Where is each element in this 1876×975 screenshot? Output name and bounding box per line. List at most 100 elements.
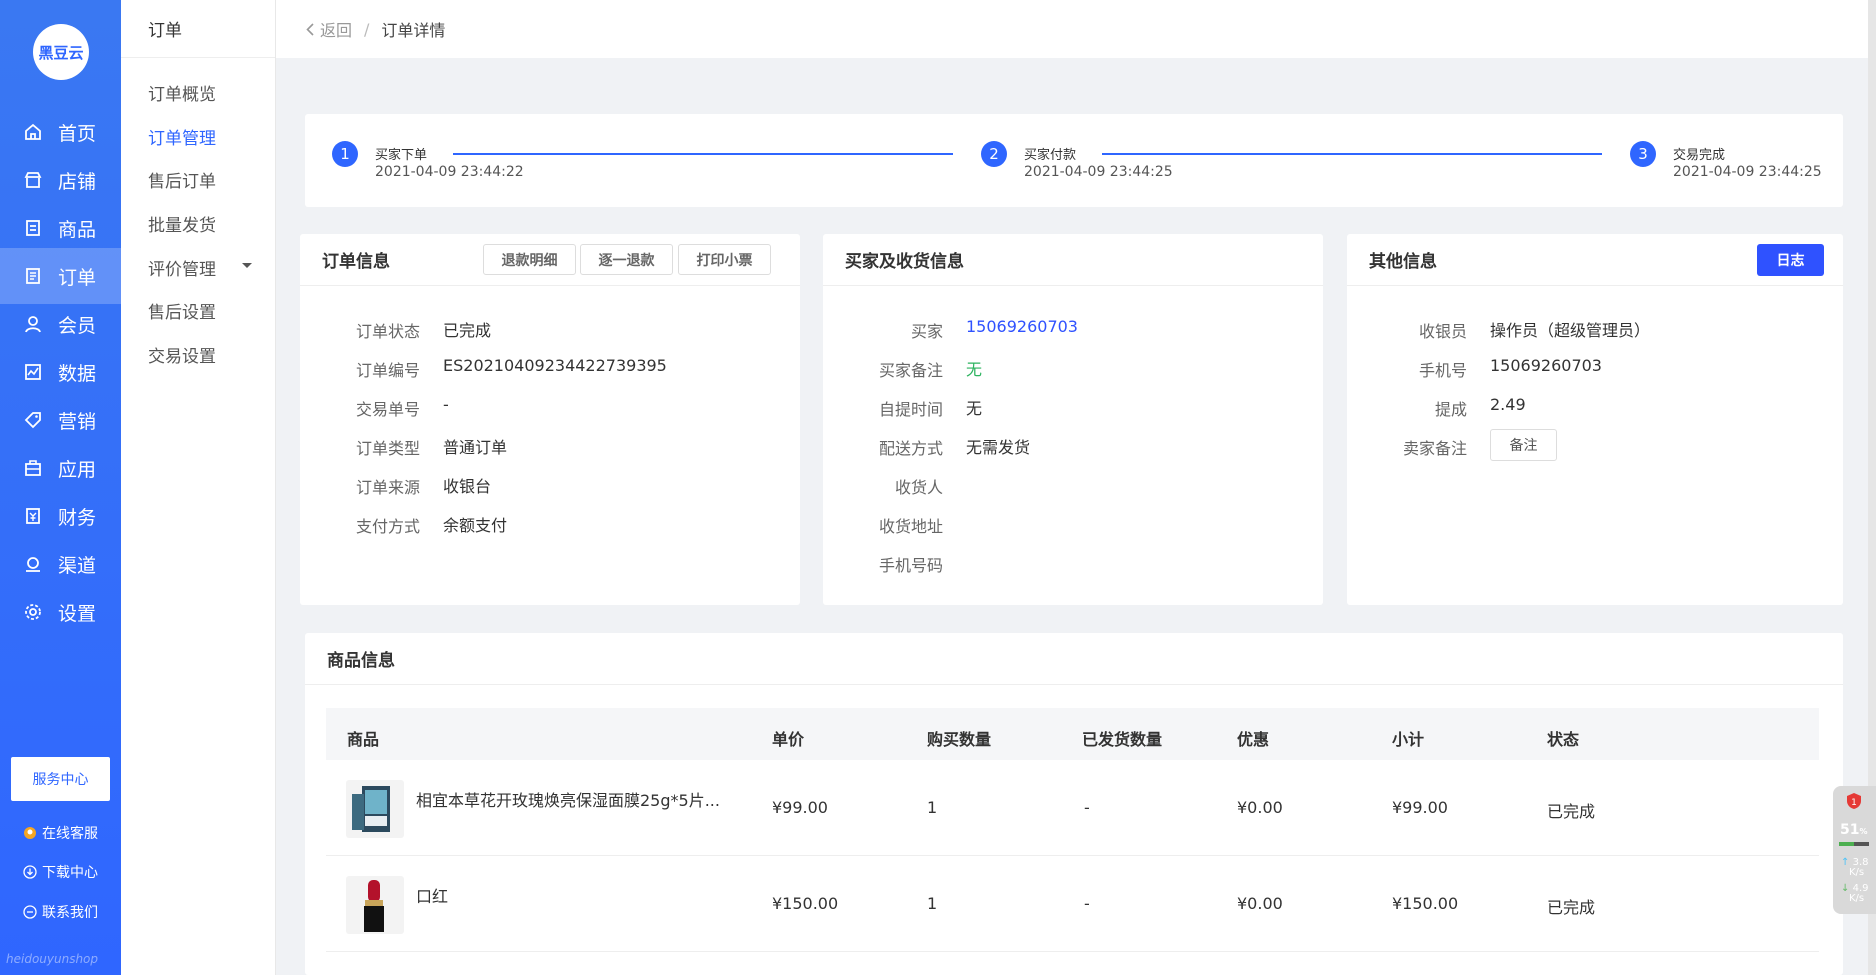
phone-label: 手机号码 (878, 556, 943, 575)
subnav-order-overview[interactable]: 订单概览 (148, 80, 216, 105)
subnav-order-management[interactable]: 订单管理 (148, 124, 216, 149)
address-label: 收货地址 (878, 517, 943, 536)
cpu-percent-unit: % (1859, 827, 1868, 836)
order-info-card: 订单信息 退款明细 逐一退款 打印小票 订单状态 已完成 订单编号 ES2021… (300, 234, 800, 605)
refund-one-by-one-button[interactable]: 逐一退款 (580, 244, 673, 275)
shipped-quantity: - (1084, 798, 1090, 817)
breadcrumb: 返回 / 订单详情 (276, 0, 1868, 58)
goods-info-title: 商品信息 (327, 651, 395, 671)
online-service-label: 在线客服 (42, 826, 98, 842)
product-name[interactable]: 相宜本草花开玫瑰焕亮保湿面膜25g*5片... (416, 787, 720, 811)
buyer-info-title: 买家及收货信息 (845, 252, 964, 272)
quantity: 1 (927, 894, 938, 913)
contact-us-link[interactable]: 联系我们 (22, 902, 98, 922)
nav-marketing-label: 营销 (58, 410, 97, 433)
unit-price: ¥150.00 (772, 894, 839, 913)
buyer-value[interactable]: 15069260703 (966, 317, 1078, 336)
subnav-title: 订单 (121, 0, 275, 58)
delivery-method-label: 配送方式 (878, 439, 943, 458)
primary-sidebar: 黑豆云 首页 店铺 商品 订单 会员 数据 营销 应用 财务 渠道 设置 服务中… (0, 0, 121, 975)
brand-footer-text: heidouyunshop (6, 952, 99, 966)
buyer-remark-label: 买家备注 (878, 361, 943, 380)
goods-icon (22, 217, 44, 239)
buyer-info-header: 买家及收货信息 (823, 234, 1323, 286)
network-monitor-widget[interactable]: 1 51% ↑ 3.8 K/s ↓ 4.9 K/s (1833, 786, 1876, 914)
subnav-batch-shipping[interactable]: 批量发货 (148, 211, 216, 236)
nav-store-label: 店铺 (58, 170, 97, 193)
step-3-time: 2021-04-09 23:44:25 (1673, 164, 1822, 180)
nav-order-label: 订单 (58, 266, 97, 289)
print-receipt-button[interactable]: 打印小票 (678, 244, 771, 275)
order-source-value: 收银台 (443, 477, 492, 496)
discount: ¥0.00 (1237, 894, 1283, 913)
consignee-label: 收货人 (894, 478, 943, 497)
subtotal: ¥99.00 (1392, 798, 1448, 817)
step-1-number: 1 (332, 141, 358, 167)
home-icon (22, 121, 44, 143)
service-center-button[interactable]: 服务中心 (11, 757, 110, 801)
nav-settings[interactable]: 设置 (0, 584, 121, 640)
product-name[interactable]: 口红 (416, 883, 448, 907)
step-3-title: 交易完成 (1673, 148, 1726, 163)
refund-details-button[interactable]: 退款明细 (483, 244, 576, 275)
brand-logo[interactable]: 黑豆云 (33, 24, 89, 80)
pickup-time-value: 无 (966, 399, 983, 418)
subtotal: ¥150.00 (1392, 894, 1459, 913)
col-subtotal: 小计 (1392, 730, 1425, 749)
back-link[interactable]: 返回 (306, 17, 352, 41)
subnav-trade-settings[interactable]: 交易设置 (148, 342, 216, 367)
remark-button[interactable]: 备注 (1490, 429, 1557, 461)
download-icon (22, 864, 38, 880)
order-info-header: 订单信息 退款明细 逐一退款 打印小票 (300, 234, 800, 286)
step-1-connector (453, 153, 953, 155)
transaction-number-label: 交易单号 (355, 400, 420, 419)
customer-service-icon (22, 825, 38, 841)
subnav-review-management[interactable]: 评价管理 (148, 255, 216, 280)
cpu-load-bar (1839, 842, 1869, 846)
nav-finance-label: 财务 (58, 506, 97, 529)
order-progress-steps: 1 买家下单 2021-04-09 23:44:22 2 买家付款 2021-0… (305, 114, 1843, 207)
order-type-label: 订单类型 (355, 439, 420, 458)
shield-icon: 1 (1846, 792, 1862, 810)
buyer-label: 买家 (910, 322, 943, 341)
other-info-card: 其他信息 日志 收银员 操作员（超级管理员） 手机号 15069260703 提… (1347, 234, 1843, 605)
finance-icon (22, 505, 44, 527)
pickup-time-label: 自提时间 (878, 400, 943, 419)
nav-home-label: 首页 (58, 122, 97, 145)
col-quantity: 购买数量 (927, 730, 992, 749)
download-center-link[interactable]: 下载中心 (22, 862, 98, 882)
log-button[interactable]: 日志 (1757, 244, 1824, 276)
order-status-label: 订单状态 (355, 322, 420, 341)
back-label: 返回 (320, 21, 353, 40)
col-shipped-quantity: 已发货数量 (1082, 730, 1163, 749)
unit-price: ¥99.00 (772, 798, 828, 817)
upload-speed: ↑ 3.8 K/s (1841, 857, 1869, 878)
step-1-time: 2021-04-09 23:44:22 (375, 164, 524, 180)
cpu-load-fill (1839, 842, 1855, 846)
cashier-value: 操作员（超级管理员） (1490, 321, 1651, 340)
order-type-value: 普通订单 (443, 438, 508, 457)
subnav-aftersale-settings[interactable]: 售后设置 (148, 298, 216, 323)
chart-icon (22, 361, 44, 383)
other-info-title: 其他信息 (1369, 252, 1437, 272)
svg-text:1: 1 (1851, 798, 1857, 808)
chevron-down-icon[interactable] (242, 263, 252, 268)
page-title: 订单详情 (381, 21, 446, 40)
order-status-value: 已完成 (443, 321, 492, 340)
online-service-link[interactable]: 在线客服 (22, 823, 98, 843)
buyer-remark-value: 无 (966, 360, 983, 379)
col-discount: 优惠 (1237, 730, 1270, 749)
upload-speed-unit: K/s (1849, 867, 1865, 878)
product-image (346, 780, 404, 838)
seller-remark-label: 卖家备注 (1402, 439, 1467, 458)
discount: ¥0.00 (1237, 798, 1283, 817)
subnav-aftersale-orders[interactable]: 售后订单 (148, 167, 216, 192)
payment-method-label: 支付方式 (355, 517, 420, 536)
nav-member-label: 会员 (58, 314, 97, 337)
other-info-header: 其他信息 日志 (1347, 234, 1843, 286)
download-speed-unit: K/s (1849, 893, 1865, 904)
download-speed: ↓ 4.9 K/s (1841, 883, 1869, 904)
store-icon (22, 169, 44, 191)
step-2-connector (1102, 153, 1602, 155)
contact-icon (22, 904, 38, 920)
